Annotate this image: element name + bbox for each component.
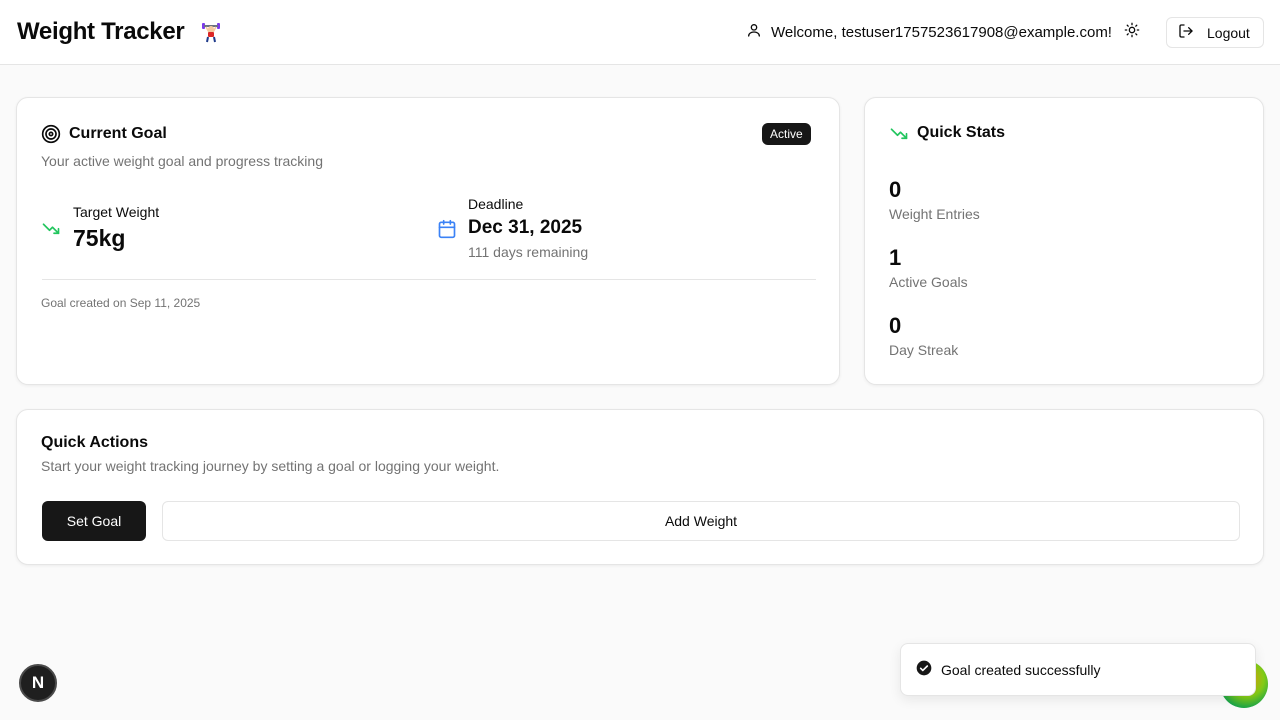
dev-badge-letter: N: [31, 673, 45, 692]
target-weight-label: Target Weight: [73, 204, 160, 220]
app-title: Weight Tracker: [17, 18, 185, 45]
goal-card-title: Current Goal: [69, 125, 167, 142]
days-remaining: 111 days remaining: [468, 244, 589, 260]
toast-message: Goal created successfully: [941, 661, 1101, 678]
logout-label: Logout: [1207, 24, 1250, 41]
goal-created-date: Goal created on Sep 11, 2025: [41, 296, 201, 310]
theme-toggle-button[interactable]: [1118, 18, 1146, 46]
stat-value-weight-entries: 0: [889, 177, 902, 202]
status-badge: Active: [762, 123, 811, 145]
add-weight-button[interactable]: Add Weight: [162, 501, 1240, 541]
target-icon: [41, 124, 61, 149]
logout-button[interactable]: Logout: [1166, 17, 1264, 48]
current-goal-card: Current Goal Active Your active weight g…: [16, 97, 840, 385]
calendar-icon: [437, 219, 457, 244]
app-header: Weight Tracker Welcome, testuser17575236…: [0, 0, 1280, 65]
success-toast: Goal created successfully: [900, 643, 1256, 696]
quick-actions-card: Quick Actions Start your weight tracking…: [16, 409, 1264, 565]
stat-value-day-streak: 0: [889, 313, 902, 338]
quick-stats-card: Quick Stats 0 Weight Entries 1 Active Go…: [864, 97, 1264, 385]
weightlifter-icon: [200, 21, 222, 43]
set-goal-button[interactable]: Set Goal: [42, 501, 146, 541]
trending-down-icon: [889, 124, 909, 147]
actions-card-subtitle: Start your weight tracking journey by se…: [41, 458, 500, 474]
goal-card-subtitle: Your active weight goal and progress tra…: [41, 153, 323, 169]
stat-label-day-streak: Day Streak: [889, 342, 959, 358]
sun-icon: [1124, 22, 1140, 43]
user-icon: [746, 22, 762, 42]
stat-label-weight-entries: Weight Entries: [889, 206, 980, 222]
logout-icon: [1178, 23, 1194, 42]
trending-down-icon: [41, 219, 61, 242]
nextjs-dev-badge[interactable]: N: [19, 664, 57, 702]
stat-label-active-goals: Active Goals: [889, 274, 968, 290]
deadline-label: Deadline: [468, 196, 524, 212]
stats-card-title: Quick Stats: [917, 124, 1006, 141]
welcome-text: Welcome, testuser1757523617908@example.c…: [771, 23, 1112, 41]
stat-value-active-goals: 1: [889, 245, 902, 270]
welcome-message: Welcome, testuser1757523617908@example.c…: [746, 22, 1112, 42]
actions-card-title: Quick Actions: [41, 434, 148, 451]
check-circle-icon: [916, 660, 932, 679]
goal-divider: [42, 279, 816, 280]
target-weight-value: 75kg: [73, 225, 126, 251]
deadline-value: Dec 31, 2025: [468, 217, 583, 238]
